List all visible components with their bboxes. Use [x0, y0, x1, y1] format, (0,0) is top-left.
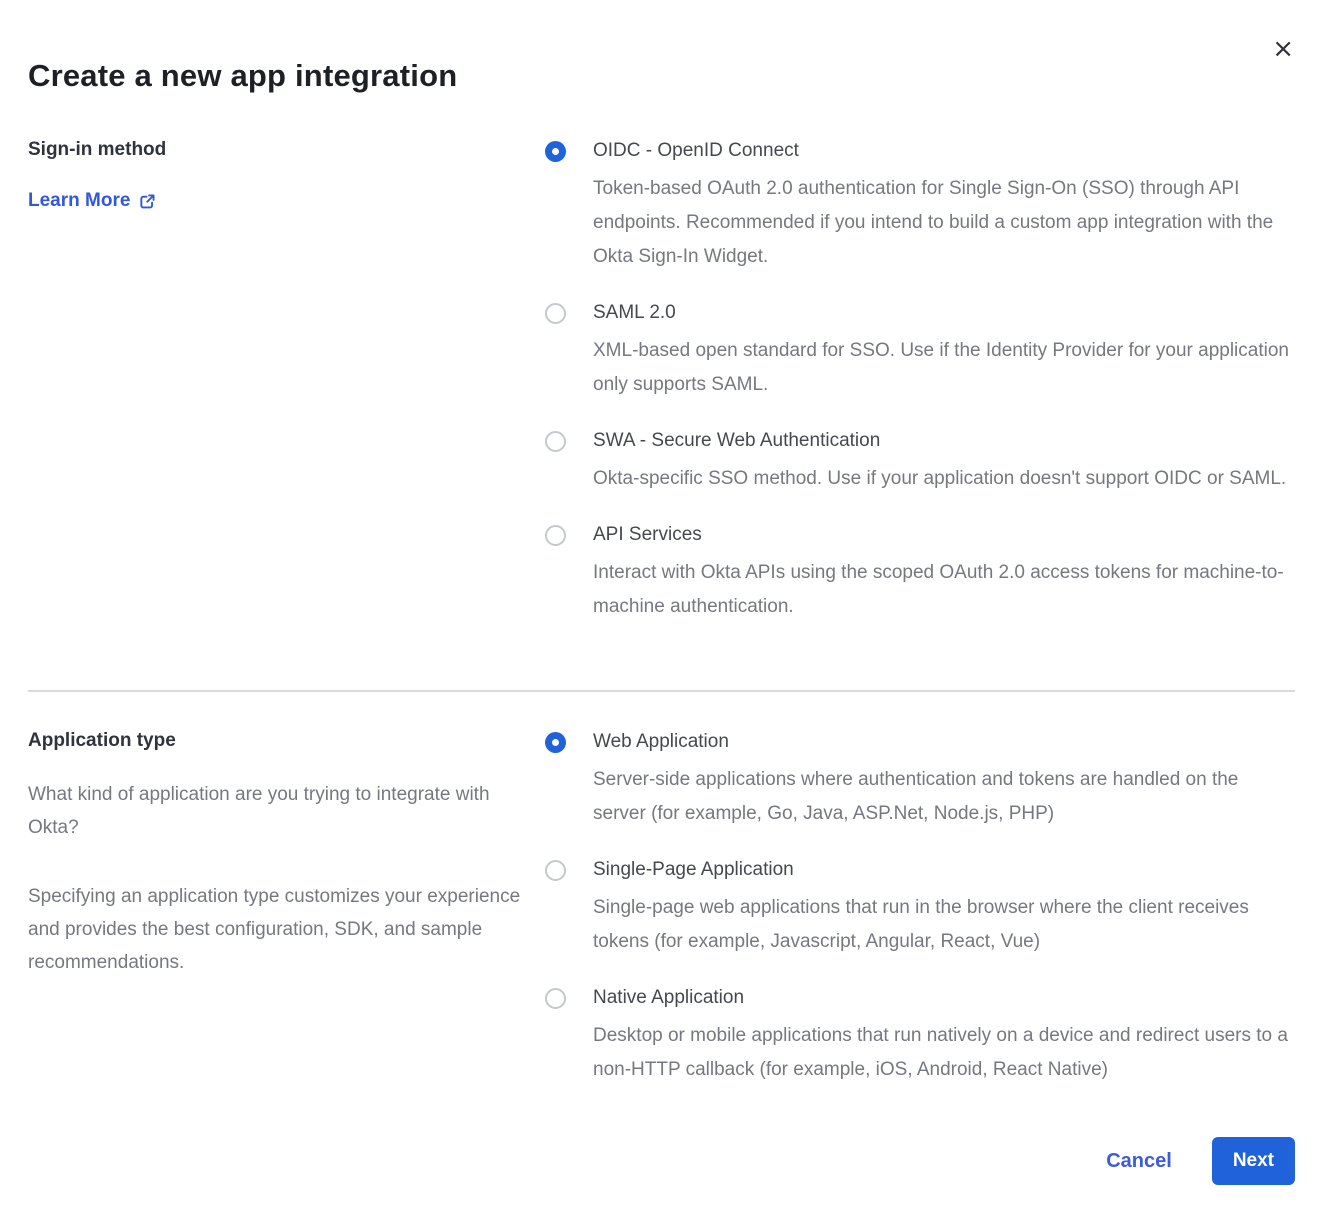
radio-single-page-application-label[interactable]: Single-Page Application [593, 858, 1295, 882]
application-type-options: Web Application Server-side applications… [545, 730, 1295, 1087]
close-icon[interactable]: × [1272, 36, 1294, 62]
cancel-button[interactable]: Cancel [1106, 1150, 1172, 1173]
learn-more-label: Learn More [28, 190, 130, 212]
radio-oidc[interactable] [545, 141, 566, 162]
radio-api-services-label[interactable]: API Services [593, 523, 1295, 547]
signin-method-label: Sign-in method [28, 139, 525, 161]
modal-footer: Cancel Next [28, 1137, 1295, 1231]
radio-option-single-page-application: Single-Page Application Single-page web … [545, 858, 1295, 959]
radio-option-swa: SWA - Secure Web Authentication Okta-spe… [545, 429, 1295, 496]
radio-api-services-description: Interact with Okta APIs using the scoped… [593, 556, 1295, 624]
external-link-icon [139, 193, 156, 210]
signin-method-section: Sign-in method Learn More OIDC - OpenID … [28, 139, 1295, 624]
signin-method-options: OIDC - OpenID Connect Token-based OAuth … [545, 139, 1295, 624]
radio-option-api-services: API Services Interact with Okta APIs usi… [545, 523, 1295, 624]
radio-oidc-label[interactable]: OIDC - OpenID Connect [593, 139, 1295, 163]
radio-option-saml: SAML 2.0 XML-based open standard for SSO… [545, 301, 1295, 402]
radio-single-page-application-description: Single-page web applications that run in… [593, 891, 1295, 959]
radio-native-application[interactable] [545, 988, 566, 1009]
application-type-section: Application type What kind of applicatio… [28, 730, 1295, 1087]
radio-api-services[interactable] [545, 525, 566, 546]
create-app-integration-modal: × Create a new app integration Sign-in m… [0, 0, 1332, 1210]
application-type-question: What kind of application are you trying … [28, 778, 525, 844]
radio-web-application[interactable] [545, 732, 566, 753]
learn-more-link[interactable]: Learn More [28, 190, 156, 212]
section-divider [28, 690, 1295, 692]
radio-swa[interactable] [545, 431, 566, 452]
application-type-explanation: Specifying an application type customize… [28, 880, 525, 979]
radio-swa-label[interactable]: SWA - Secure Web Authentication [593, 429, 1286, 453]
radio-oidc-description: Token-based OAuth 2.0 authentication for… [593, 172, 1295, 274]
radio-saml-label[interactable]: SAML 2.0 [593, 301, 1295, 325]
radio-saml-description: XML-based open standard for SSO. Use if … [593, 334, 1295, 402]
radio-option-oidc: OIDC - OpenID Connect Token-based OAuth … [545, 139, 1295, 274]
radio-single-page-application[interactable] [545, 860, 566, 881]
radio-native-application-description: Desktop or mobile applications that run … [593, 1019, 1295, 1087]
page-title: Create a new app integration [28, 0, 1295, 94]
application-type-label: Application type [28, 730, 525, 752]
radio-saml[interactable] [545, 303, 566, 324]
radio-option-native-application: Native Application Desktop or mobile app… [545, 986, 1295, 1087]
radio-web-application-label[interactable]: Web Application [593, 730, 1295, 754]
next-button[interactable]: Next [1212, 1137, 1295, 1185]
radio-option-web-application: Web Application Server-side applications… [545, 730, 1295, 831]
radio-web-application-description: Server-side applications where authentic… [593, 763, 1295, 831]
radio-swa-description: Okta-specific SSO method. Use if your ap… [593, 462, 1286, 496]
radio-native-application-label[interactable]: Native Application [593, 986, 1295, 1010]
